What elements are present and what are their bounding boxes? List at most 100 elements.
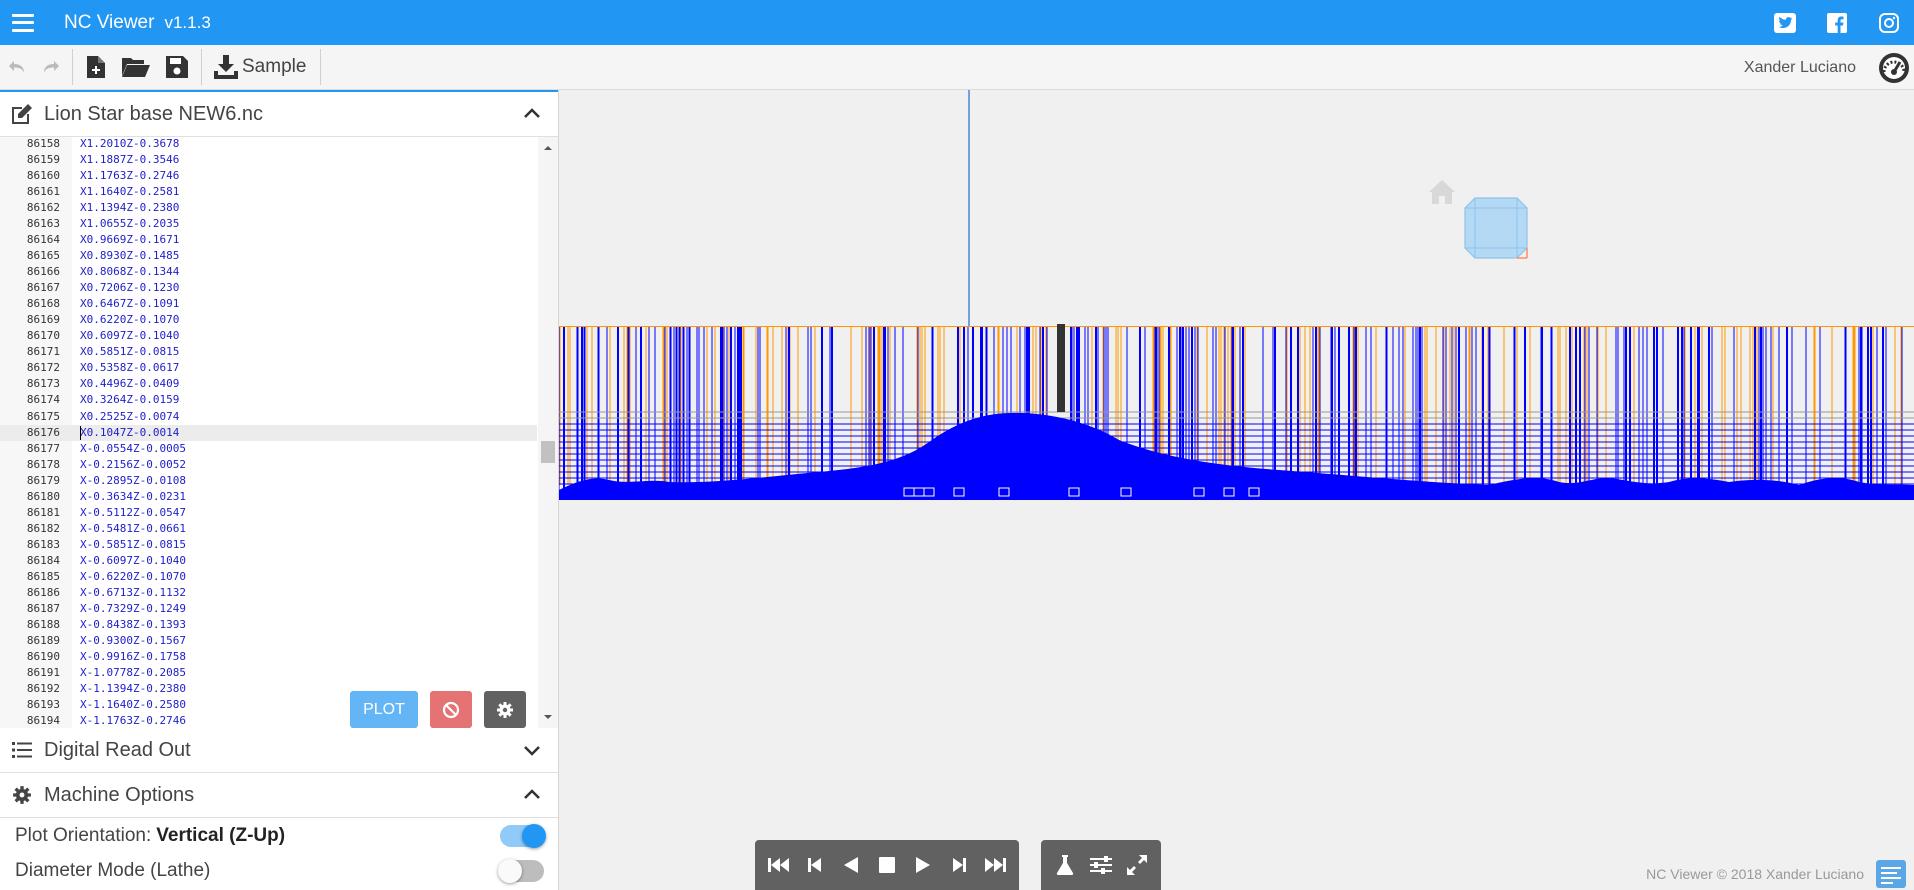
edit-icon	[10, 102, 34, 126]
simulate-button[interactable]	[1047, 840, 1083, 890]
orientation-toggle[interactable]	[500, 824, 546, 848]
code-line[interactable]: 86181 X-0.5112Z-0.0547	[0, 505, 537, 521]
code-line[interactable]: 86183 X-0.5851Z-0.0815	[0, 537, 537, 553]
diameter-toggle[interactable]	[498, 859, 544, 883]
code-line[interactable]: 86174 X0.3264Z-0.0159	[0, 392, 537, 408]
home-icon[interactable]	[1429, 180, 1455, 204]
line-number: 86176	[26, 425, 60, 439]
code-line[interactable]: 86185 X-0.6220Z-0.1070	[0, 569, 537, 585]
line-number: 86189	[26, 633, 60, 647]
code-line[interactable]: 86169 X0.6220Z-0.1070	[0, 312, 537, 328]
code-line[interactable]: 86180 X-0.3634Z-0.0231	[0, 489, 537, 505]
editor-scrollbar[interactable]	[538, 137, 558, 728]
fullscreen-button[interactable]	[1119, 840, 1155, 890]
code-line[interactable]: 86178 X-0.2156Z-0.0052	[0, 457, 537, 473]
first-frame-button[interactable]	[761, 840, 797, 890]
dro-panel-header[interactable]: Digital Read Out	[0, 728, 558, 773]
scroll-up-icon[interactable]	[543, 143, 553, 153]
chevron-up-icon[interactable]	[522, 785, 542, 805]
scroll-down-icon[interactable]	[543, 712, 553, 722]
new-file-button[interactable]	[77, 45, 115, 90]
facebook-icon[interactable]	[1826, 12, 1848, 34]
code-line[interactable]: 86166 X0.8068Z-0.1344	[0, 264, 537, 280]
code-line[interactable]: 86191 X-1.0778Z-0.2085	[0, 665, 537, 681]
code-line[interactable]: 86188 X-0.8438Z-0.1393	[0, 617, 537, 633]
new-file-icon	[87, 56, 105, 78]
open-file-button[interactable]	[115, 45, 157, 90]
code-line[interactable]: 86186 X-0.6713Z-0.1132	[0, 585, 537, 601]
line-number: 86174	[26, 393, 60, 407]
play-button[interactable]	[905, 840, 941, 890]
editor-actions: PLOT	[350, 691, 526, 728]
stop-icon	[879, 857, 895, 873]
code-line[interactable]: 86165 X0.8930Z-0.1485	[0, 248, 537, 264]
menu-icon[interactable]	[12, 13, 34, 32]
code-line[interactable]: 86160 X1.1763Z-0.2746	[0, 168, 537, 184]
code-line[interactable]: 86173 X0.4496Z-0.0409	[0, 376, 537, 392]
gcode-text: X-1.1394Z-0.2380	[80, 682, 186, 696]
gcode-text: X0.6220Z-0.1070	[80, 313, 180, 327]
option-diameter-mode: Diameter Mode (Lathe)	[0, 854, 558, 888]
toolbar-divider	[320, 49, 322, 85]
code-line[interactable]: 86167 X0.7206Z-0.1230	[0, 280, 537, 296]
editor-panel-header[interactable]: Lion Star base NEW6.nc	[0, 90, 558, 137]
redo-icon	[44, 61, 59, 73]
gcode-text: X-0.3634Z-0.0231	[80, 489, 186, 503]
editor-settings-button[interactable]	[484, 691, 526, 728]
code-line[interactable]: 86158 X1.2010Z-0.3678	[0, 137, 537, 152]
code-line[interactable]: 86168 X0.6467Z-0.1091	[0, 296, 537, 312]
line-number: 86191	[26, 665, 60, 679]
save-button[interactable]	[157, 45, 197, 90]
reverse-icon	[844, 857, 858, 873]
gcode-text: X0.4496Z-0.0409	[80, 377, 180, 391]
code-line[interactable]: 86182 X-0.5481Z-0.0661	[0, 521, 537, 537]
clear-button[interactable]	[430, 691, 472, 728]
plot-viewport[interactable]	[559, 90, 1914, 890]
machine-options-header[interactable]: Machine Options	[0, 773, 558, 818]
code-line[interactable]: 86162 X1.1394Z-0.2380	[0, 200, 537, 216]
toolpath-plot[interactable]	[559, 90, 1914, 890]
plot-button[interactable]: PLOT	[350, 691, 418, 728]
gcode-text: X-0.5481Z-0.0661	[80, 521, 186, 535]
stop-button[interactable]	[869, 840, 905, 890]
code-line[interactable]: 86171 X0.5851Z-0.0815	[0, 344, 537, 360]
code-line[interactable]: 86170 X0.6097Z-0.1040	[0, 328, 537, 344]
sliders-icon	[1090, 856, 1112, 874]
twitter-icon[interactable]	[1774, 12, 1796, 34]
line-number: 86194	[26, 714, 60, 728]
scroll-thumb[interactable]	[541, 441, 555, 463]
toolbar-divider	[72, 49, 73, 85]
code-line[interactable]: 86161 X1.1640Z-0.2581	[0, 184, 537, 200]
chevron-down-icon[interactable]	[522, 740, 542, 760]
code-line[interactable]: 86177 X-0.0554Z-0.0005	[0, 441, 537, 457]
sample-button[interactable]: Sample	[206, 45, 316, 90]
code-line[interactable]: 86159 X1.1887Z-0.3546	[0, 152, 537, 168]
line-number: 86169	[26, 313, 60, 327]
code-line[interactable]: 86190 X-0.9916Z-0.1758	[0, 649, 537, 665]
code-line[interactable]: 86184 X-0.6097Z-0.1040	[0, 553, 537, 569]
undo-button[interactable]	[0, 45, 34, 90]
last-frame-button[interactable]	[977, 840, 1013, 890]
gcode-text: X1.1640Z-0.2581	[80, 185, 180, 199]
code-editor[interactable]: 86158 X1.2010Z-0.3678 86159 X1.1887Z-0.3546…	[0, 137, 558, 728]
step-back-button[interactable]	[797, 840, 833, 890]
user-name[interactable]: Xander Luciano	[1744, 45, 1856, 90]
reverse-button[interactable]	[833, 840, 869, 890]
instagram-icon[interactable]	[1878, 12, 1900, 34]
code-line[interactable]: 86189 X-0.9300Z-0.1567	[0, 633, 537, 649]
view-cube-icon[interactable]	[1464, 197, 1528, 259]
dashboard-gauge-icon[interactable]	[1878, 52, 1910, 84]
code-line[interactable]: 86175 X0.2525Z-0.0074	[0, 409, 537, 425]
gcode-text: X1.1394Z-0.2380	[80, 201, 180, 215]
code-line[interactable]: 86179 X-0.2895Z-0.0108	[0, 473, 537, 489]
code-line[interactable]: 86163 X1.0655Z-0.2035	[0, 216, 537, 232]
code-line[interactable]: 86172 X0.5358Z-0.0617	[0, 360, 537, 376]
code-line[interactable]: 86164 X0.9669Z-0.1671	[0, 232, 537, 248]
view-settings-button[interactable]	[1083, 840, 1119, 890]
code-line[interactable]: 86187 X-0.7329Z-0.1249	[0, 601, 537, 617]
code-line[interactable]: 86176 X0.1047Z-0.0014	[0, 424, 537, 441]
chevron-up-icon[interactable]	[522, 104, 542, 124]
gcode-text: X-0.5851Z-0.0815	[80, 537, 186, 551]
step-forward-button[interactable]	[941, 840, 977, 890]
redo-button[interactable]	[34, 45, 68, 90]
